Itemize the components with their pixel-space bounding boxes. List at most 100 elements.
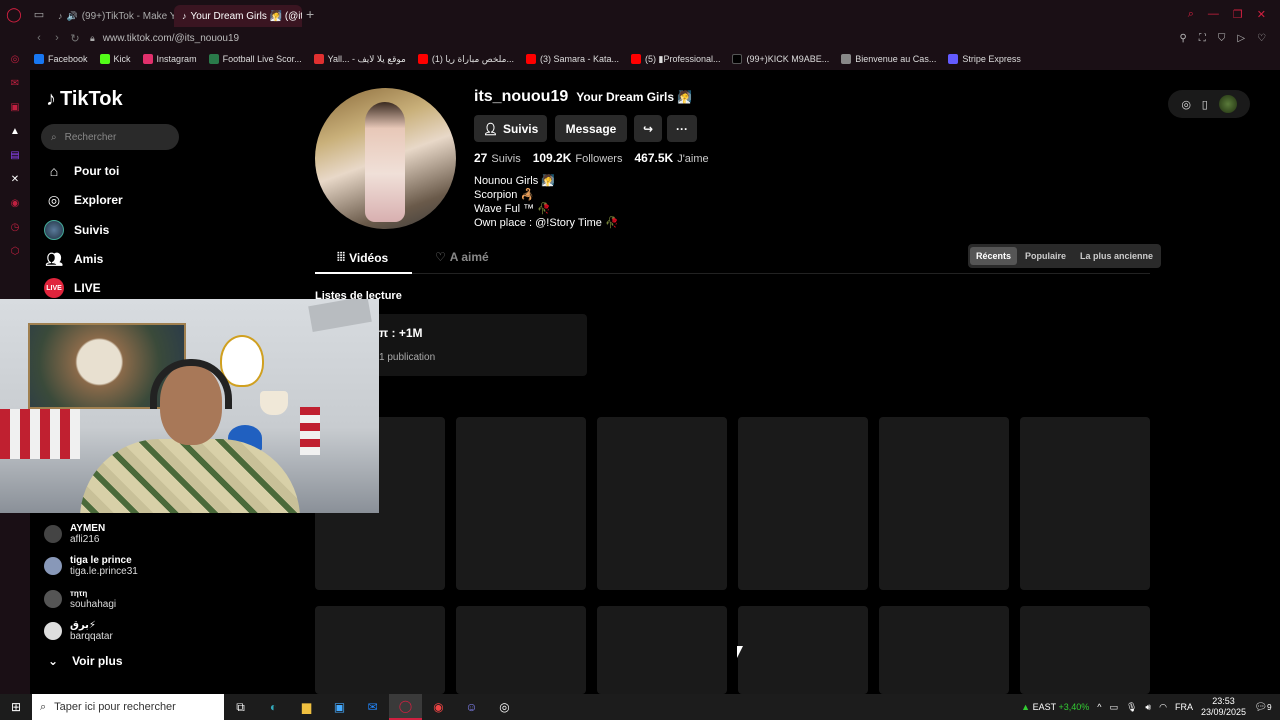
speaker-icon[interactable]: 🔊 xyxy=(67,11,78,22)
obs-icon[interactable]: ◎ xyxy=(488,694,521,720)
compass-icon[interactable]: ◎ xyxy=(1181,98,1191,111)
taskbar-search-input[interactable]: ⌕ Taper ici pour rechercher xyxy=(32,694,224,720)
share-button[interactable]: ↪ xyxy=(634,115,662,142)
bookmark-stripe[interactable]: Stripe Express xyxy=(948,54,1021,64)
aria-icon[interactable]: ◎ xyxy=(9,54,21,66)
player-icon[interactable]: ◉ xyxy=(9,198,21,210)
nav-live[interactable]: LIVE LIVE xyxy=(44,278,101,298)
nav-for-you[interactable]: ⌂ Pour toi xyxy=(44,161,120,181)
reload-button[interactable]: ↻ xyxy=(66,32,84,45)
video-tile[interactable] xyxy=(456,417,586,590)
maximize-button[interactable]: ❐ xyxy=(1233,8,1243,21)
video-tile[interactable] xyxy=(456,606,586,694)
minimize-button[interactable]: — xyxy=(1208,8,1219,21)
whatsapp-icon[interactable]: ▲ xyxy=(9,126,21,138)
video-tile[interactable] xyxy=(879,417,1009,590)
search-icon[interactable]: ⌕ xyxy=(1188,8,1194,21)
snapshot-icon[interactable]: ⛶ xyxy=(1199,33,1206,44)
back-button[interactable]: ‹ xyxy=(30,32,48,44)
phone-icon[interactable]: ▯ xyxy=(1202,98,1208,111)
instagram-icon[interactable]: ▣ xyxy=(9,102,21,114)
following-stat[interactable]: 27 Suivis xyxy=(474,151,521,165)
nav-explore[interactable]: ◎ Explorer xyxy=(44,190,123,210)
tab-overview-icon[interactable]: ▭ xyxy=(28,8,50,21)
tiktok-logo[interactable]: ♪ TikTok xyxy=(46,88,123,111)
forward-button[interactable]: › xyxy=(48,32,66,44)
close-button[interactable]: ✕ xyxy=(1257,8,1266,21)
tab-videos[interactable]: ⦙⦙⦙ Vidéos xyxy=(337,250,388,265)
browser-tab-profile[interactable]: ♪ Your Dream Girls 🧖 (@it... xyxy=(174,5,302,27)
messenger-icon[interactable]: ✉ xyxy=(9,78,21,90)
opera-logo-icon[interactable]: ◯ xyxy=(0,0,28,28)
following-account[interactable]: برق⚡ barqqatar xyxy=(44,620,113,642)
heart-icon[interactable]: ♡ xyxy=(1257,33,1266,44)
following-account[interactable]: тητη souhahagi xyxy=(44,588,116,610)
url-field[interactable]: www.tiktok.com/@its_nouou19 xyxy=(103,33,239,44)
chrome-icon[interactable]: ◉ xyxy=(422,694,455,720)
search-input[interactable]: ⌕ Rechercher xyxy=(41,124,179,150)
browser-tab-tiktok[interactable]: ♪ 🔊 (99+)TikTok - Make Y... xyxy=(50,5,174,27)
tab-liked[interactable]: ♡ A aimé xyxy=(435,250,489,264)
bookmark-youtube-3[interactable]: (5) ▮Professional... xyxy=(631,54,720,65)
speaker-icon[interactable]: 🔊︎ xyxy=(1145,702,1151,713)
outlook-icon[interactable]: ✉ xyxy=(356,694,389,720)
video-tile[interactable] xyxy=(1020,606,1150,694)
windows-start-icon[interactable]: ⊞ xyxy=(0,700,32,714)
video-tile[interactable] xyxy=(879,606,1009,694)
more-options-button[interactable]: ··· xyxy=(667,115,697,142)
stock-widget[interactable]: ▲ EAST +3,40% xyxy=(1021,702,1089,712)
extensions-icon[interactable]: ⬡ xyxy=(9,246,21,258)
bookmark-casino[interactable]: Bienvenue au Cas... xyxy=(841,54,936,64)
discord-icon[interactable]: ☺ xyxy=(455,694,488,720)
following-button[interactable]: 👤︎ Suivis xyxy=(474,115,547,142)
file-explorer-icon[interactable]: ▆ xyxy=(290,694,323,720)
video-tile[interactable] xyxy=(738,606,868,694)
bookmark-yalla[interactable]: Yall... - موقع يلا لايف xyxy=(313,54,406,65)
message-button[interactable]: Message xyxy=(555,115,627,142)
followers-stat[interactable]: 109.2K Followers xyxy=(533,151,623,165)
wifi-icon[interactable]: ◠ xyxy=(1159,702,1167,713)
following-account[interactable]: AYMEN afli216 xyxy=(44,523,105,545)
bookmark-football[interactable]: Football Live Scor... xyxy=(208,54,302,64)
x-icon[interactable]: ✕ xyxy=(9,174,21,186)
sort-oldest[interactable]: La plus ancienne xyxy=(1074,247,1159,265)
see-more-link[interactable]: ⌄ Voir plus xyxy=(48,654,123,668)
nav-following[interactable]: Suivis xyxy=(44,220,109,240)
play-icon[interactable]: ▷ xyxy=(1237,33,1245,44)
bookmark-facebook[interactable]: Facebook xyxy=(34,54,88,64)
opera-icon[interactable]: ◯ xyxy=(389,694,422,720)
twitch-icon[interactable]: ▤ xyxy=(9,150,21,162)
sort-popular[interactable]: Populaire xyxy=(1019,247,1072,265)
nav-friends[interactable]: 👥︎ Amis xyxy=(44,249,103,269)
network-icon[interactable]: ▭ xyxy=(1109,702,1118,713)
bookmark-tiktok-kick[interactable]: (99+)KICK M9ABE... xyxy=(732,54,829,64)
chevron-up-icon[interactable]: ^ xyxy=(1097,702,1101,712)
new-tab-button[interactable]: + xyxy=(306,6,314,22)
video-tile[interactable] xyxy=(597,606,727,694)
shield-icon[interactable]: ⛉ xyxy=(1218,33,1226,44)
bookmark-instagram[interactable]: Instagram xyxy=(142,54,197,64)
video-tile[interactable] xyxy=(738,417,868,590)
following-account[interactable]: tiga le prince tiga.le.prince31 xyxy=(44,555,138,577)
video-tile[interactable] xyxy=(1020,417,1150,590)
sort-recent[interactable]: Récents xyxy=(970,247,1018,265)
store-icon[interactable]: ▣ xyxy=(323,694,356,720)
bookmark-youtube-2[interactable]: (3) Samara - Kata... xyxy=(525,54,619,64)
profile-avatar[interactable] xyxy=(315,88,456,229)
bookmark-youtube-1[interactable]: (1) ملخص مباراة ريا... xyxy=(417,54,514,65)
pin-icon[interactable]: ⚲ xyxy=(1180,33,1187,44)
notification-icon[interactable]: 💬︎ 9 xyxy=(1254,698,1272,716)
avatar[interactable] xyxy=(1218,95,1237,113)
youtube-icon xyxy=(631,54,641,64)
bookmark-kick[interactable]: Kick xyxy=(99,54,131,64)
video-tile[interactable] xyxy=(315,606,445,694)
video-tile[interactable] xyxy=(597,417,727,590)
history-icon[interactable]: ◷ xyxy=(9,222,21,234)
task-view-icon[interactable]: ⧉ xyxy=(224,694,257,720)
lock-icon[interactable]: 🔒︎ xyxy=(90,33,95,44)
language-indicator[interactable]: FRA xyxy=(1175,702,1193,712)
active-tab-indicator xyxy=(315,272,412,274)
edge-icon[interactable]: ◐ xyxy=(257,694,290,720)
microphone-icon[interactable]: 🎙︎ xyxy=(1126,702,1137,713)
clock[interactable]: 23:53 23/09/2025 xyxy=(1201,696,1246,718)
